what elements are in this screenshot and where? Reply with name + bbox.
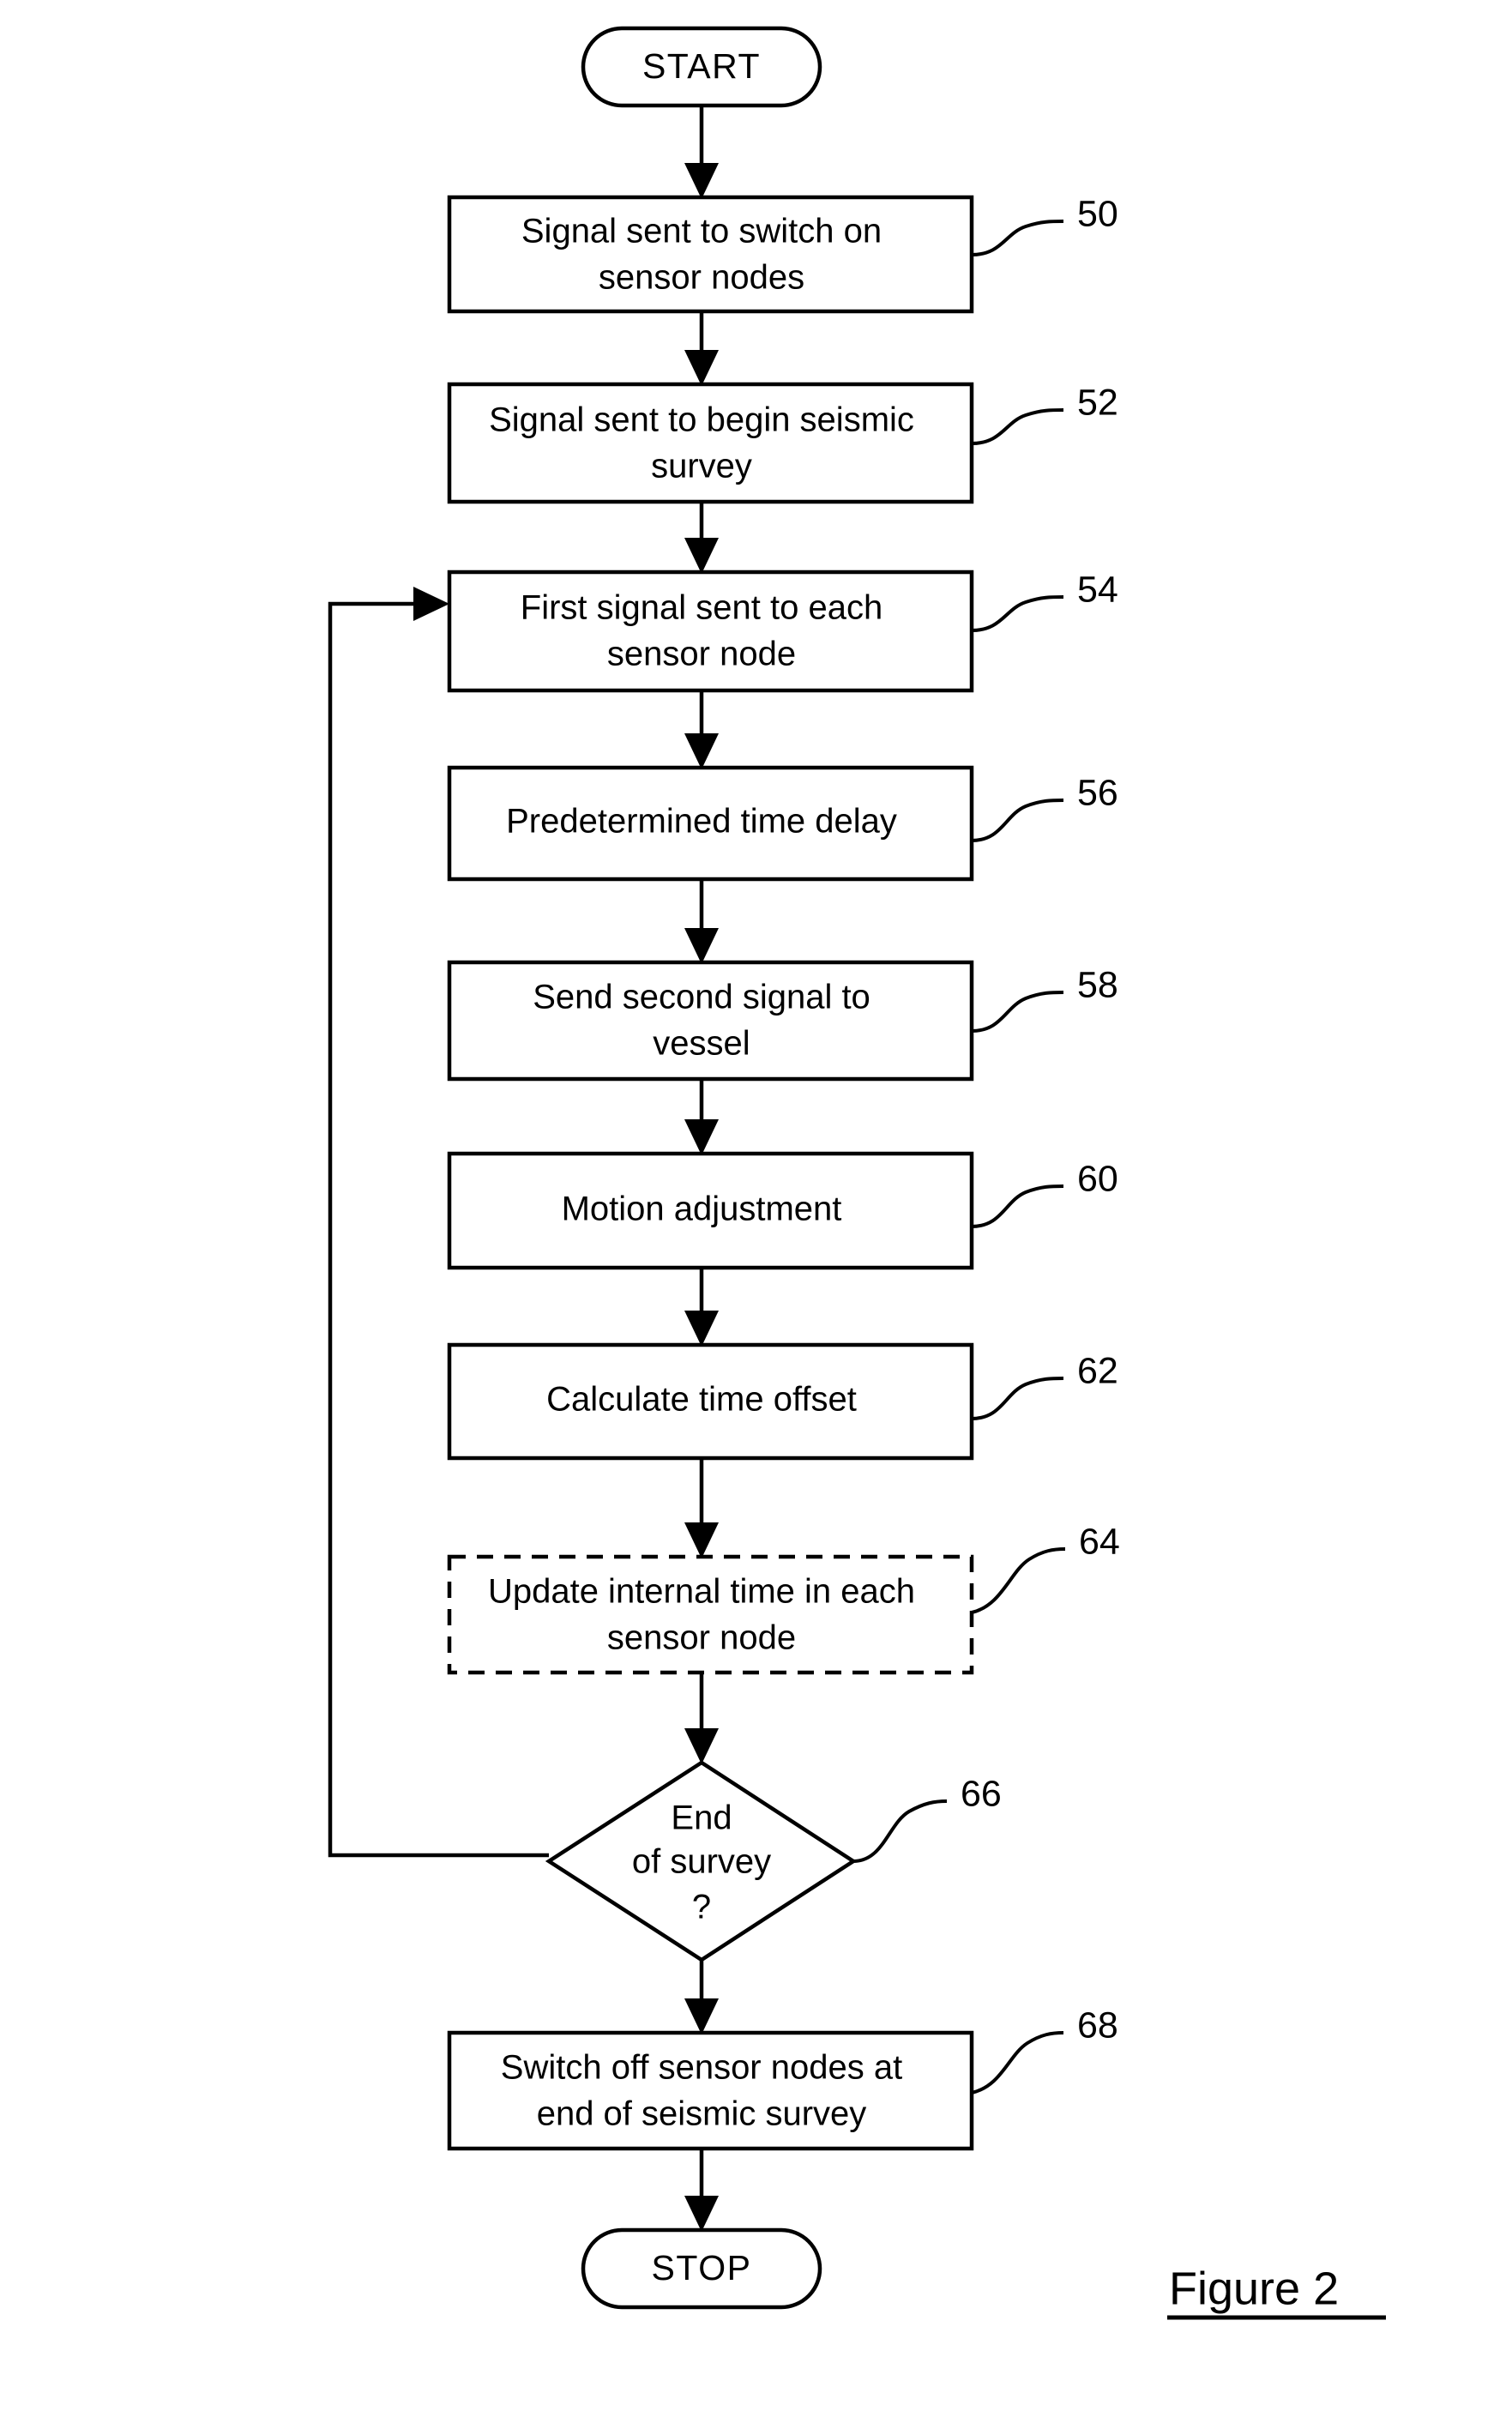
terminal-start: START [581,26,822,108]
node-50-ref-number: 50 [1077,193,1118,234]
node-68-leader-line [971,2031,1064,2095]
node-62-line-1: Calculate time offset [546,1381,857,1419]
node-68-line-2: end of seismic survey [537,2095,867,2133]
arrowhead-62-to-64 [684,1522,719,1558]
figure-caption-label: Figure 2 [1169,2263,1339,2314]
node-50-line-1: Signal sent to switch on [521,213,882,250]
node-62-leader-line [971,1377,1064,1420]
node-66-line-1: End [671,1799,732,1837]
node-64: Update internal time in each sensor node… [447,1521,1120,1675]
terminal-stop-label: STOP [652,2248,752,2287]
arrowhead-start-to-50 [684,163,719,199]
node-52-line-1: Signal sent to begin seismic [489,401,914,439]
node-54-ref-number: 54 [1077,569,1118,610]
node-54-line-1: First signal sent to each [521,589,883,627]
terminal-stop: STOP [581,2227,822,2310]
node-56-ref-number: 56 [1077,772,1118,813]
node-62: Calculate time offset 62 [447,1342,1118,1461]
node-58-ref-number: 58 [1077,964,1118,1005]
arrowhead-52-to-54 [684,538,719,574]
node-62-ref-number: 62 [1077,1350,1118,1391]
arrowhead-60-to-62 [684,1311,719,1347]
node-54-line-2: sensor node [607,636,796,673]
node-64-leader-line [971,1547,1066,1614]
node-58-line-2: vessel [653,1025,750,1063]
arrowhead-58-to-60 [684,1119,719,1155]
node-64-line-2: sensor node [607,1619,796,1657]
node-66-line-3: ? [692,1889,711,1926]
node-66-leader-line [852,1799,948,1863]
flowchart-svg: START Signal sent to switch on sensor no… [328,26,1386,2320]
node-68: Switch off sensor nodes at end of seismi… [447,2004,1118,2151]
node-56: Predetermined time delay 56 [447,765,1118,882]
node-52-ref-number: 52 [1077,382,1118,423]
node-60-ref-number: 60 [1077,1158,1118,1199]
figure-canvas: START Signal sent to switch on sensor no… [0,0,1512,2411]
node-56-leader-line [971,799,1064,842]
node-58: Send second signal to vessel 58 [447,960,1118,1082]
arrowhead-66-to-68 [684,1998,719,2034]
arrowhead-64-to-66 [684,1728,719,1764]
arrowhead-68-to-stop [684,2196,719,2232]
node-52-line-2: survey [651,448,752,485]
node-64-ref-number: 64 [1079,1521,1120,1562]
node-54: First signal sent to each sensor node 54 [447,569,1118,693]
node-52: Signal sent to begin seismic survey 52 [447,382,1118,504]
terminal-start-label: START [642,46,761,86]
arrowhead-54-to-56 [684,733,719,769]
node-68-line-1: Switch off sensor nodes at [501,2049,902,2087]
node-66-ref-number: 66 [961,1773,1002,1814]
node-50-leader-line [971,220,1064,256]
node-66-line-2: of survey [632,1843,771,1881]
node-68-ref-number: 68 [1077,2004,1118,2046]
arrowhead-56-to-58 [684,928,719,964]
node-60-leader-line [971,1184,1064,1228]
figure-caption: Figure 2 [1167,2263,1386,2320]
node-60-line-1: Motion adjustment [562,1190,842,1228]
node-58-line-1: Send second signal to [533,979,870,1016]
arrowhead-loopback-to-54 [413,587,449,621]
node-54-leader-line [971,595,1064,632]
node-66: End of survey ? 66 [545,1760,1002,1962]
node-50-line-2: sensor nodes [599,259,804,297]
arrowhead-50-to-52 [684,350,719,386]
node-56-line-1: Predetermined time delay [506,803,897,841]
node-52-leader-line [971,408,1064,445]
node-58-leader-line [971,991,1064,1033]
node-60: Motion adjustment 60 [447,1151,1118,1270]
node-64-line-1: Update internal time in each [488,1573,915,1611]
node-50: Signal sent to switch on sensor nodes 50 [447,193,1118,314]
